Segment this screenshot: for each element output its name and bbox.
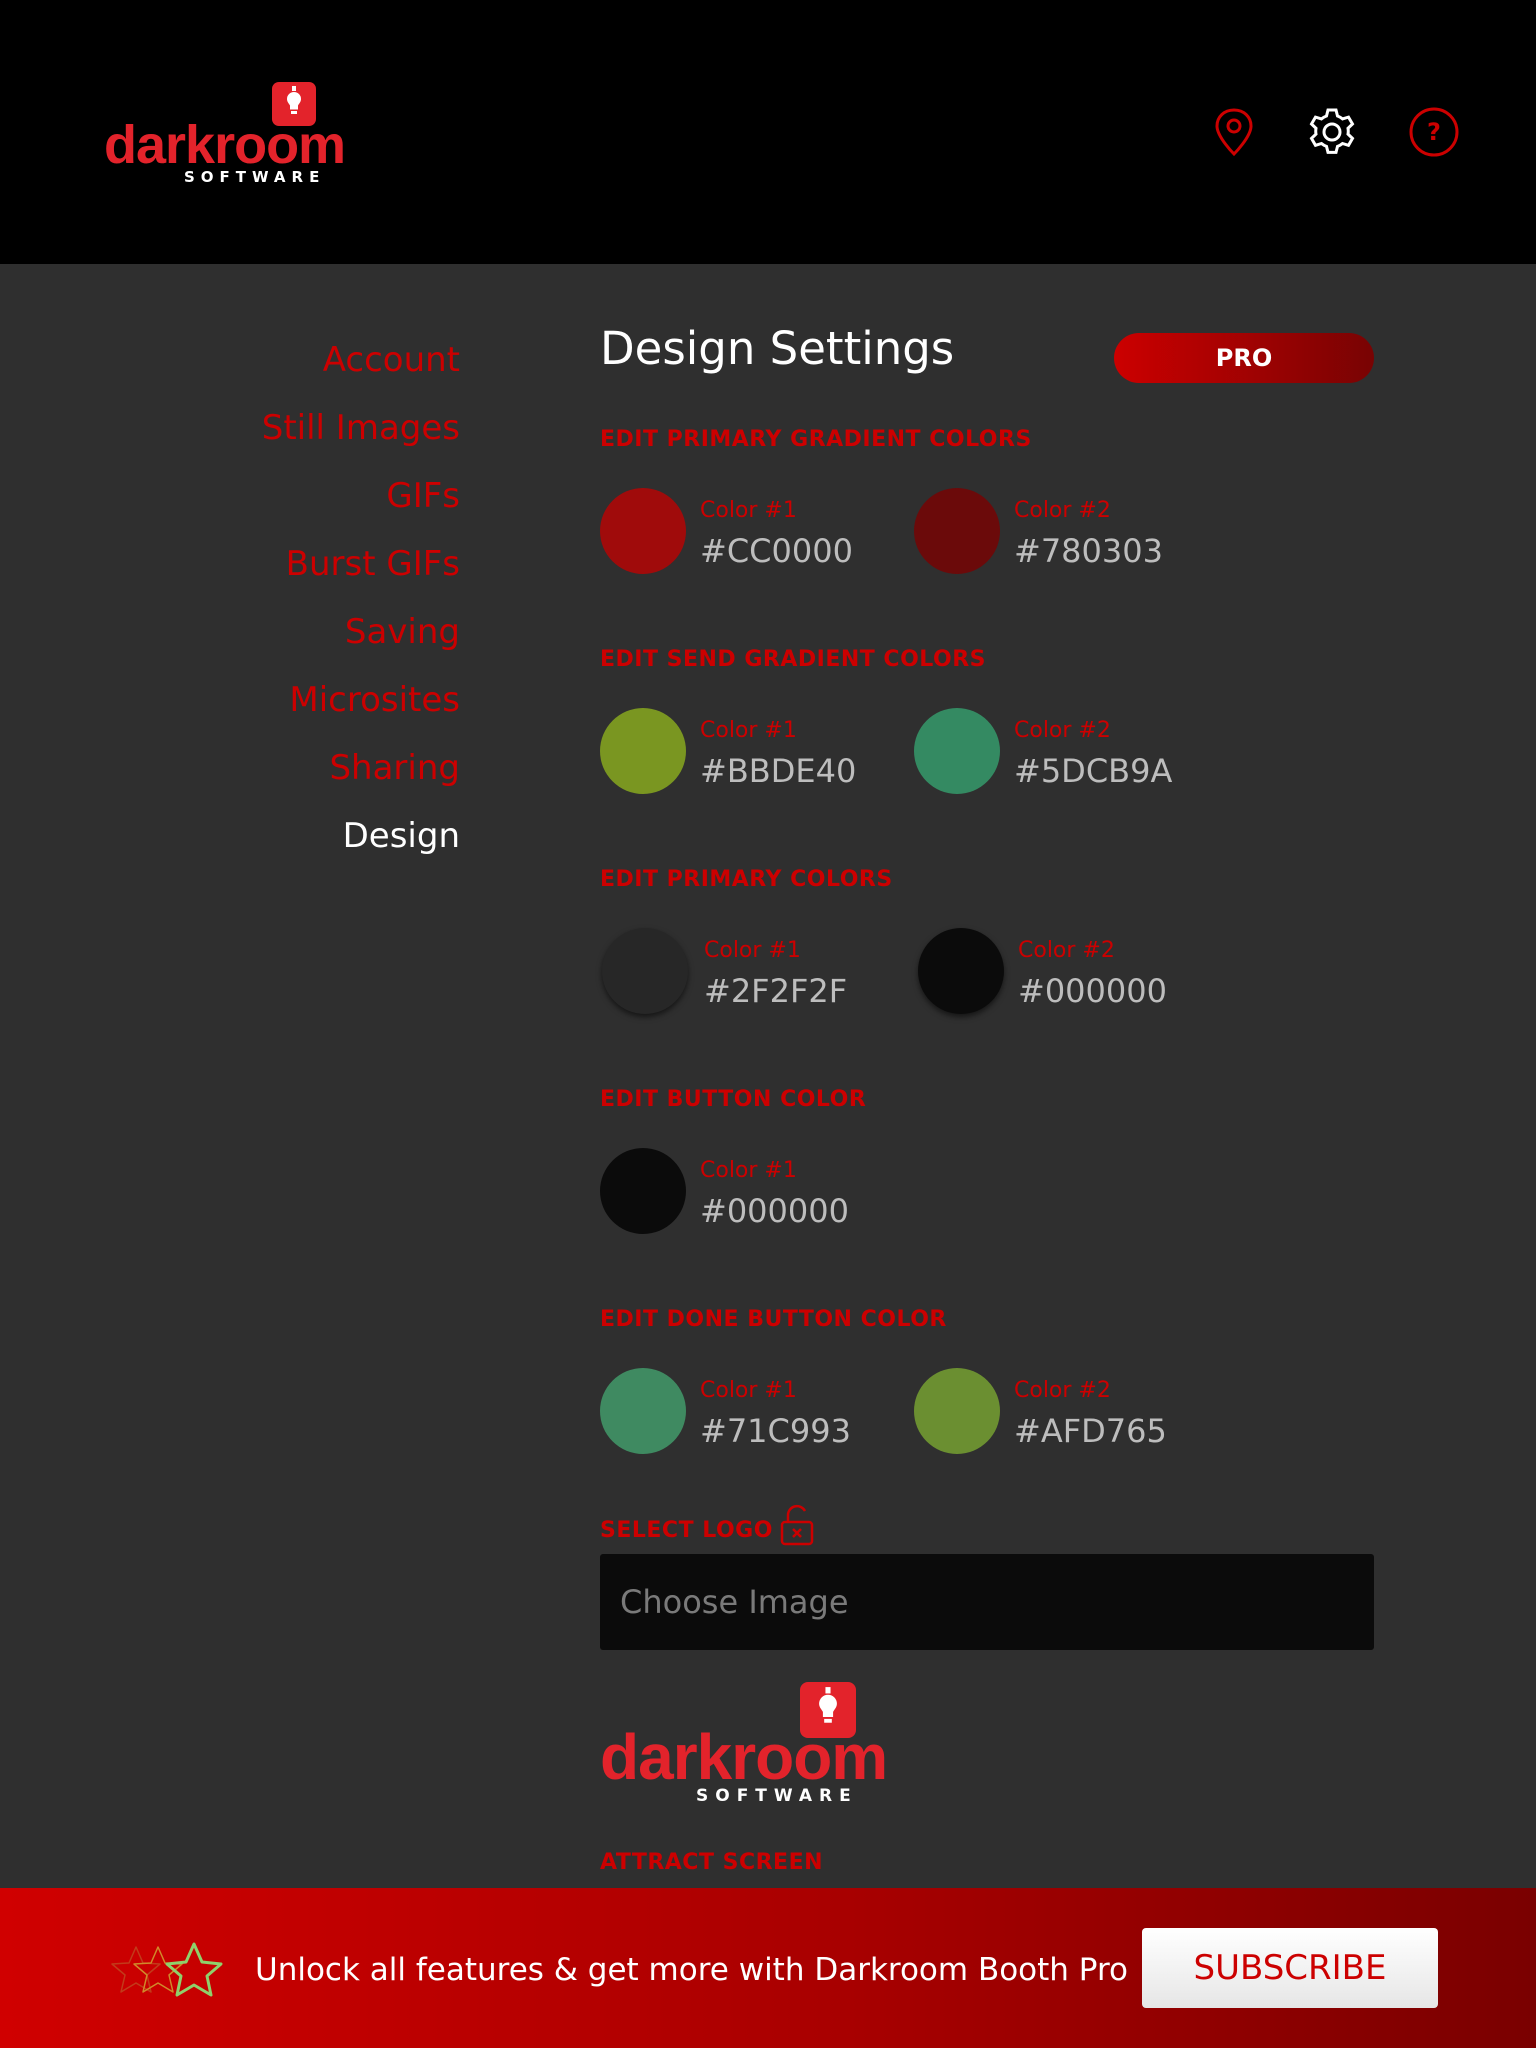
- color-value: #780303: [1014, 532, 1163, 570]
- pro-badge[interactable]: PRO: [1114, 333, 1374, 383]
- color-value: #000000: [1018, 972, 1167, 1010]
- color-swatch[interactable]: [914, 708, 1000, 794]
- color-value: #CC0000: [700, 532, 853, 570]
- gear-icon[interactable]: [1306, 106, 1358, 158]
- color-swatch[interactable]: [918, 928, 1004, 1014]
- color-value: #BBDE40: [700, 752, 857, 790]
- color-value: #5DCB9A: [1014, 752, 1173, 790]
- help-icon[interactable]: ?: [1408, 106, 1460, 158]
- color-label: Color #2: [1014, 718, 1111, 743]
- subscribe-promo-text: Unlock all features & get more with Dark…: [255, 1952, 1128, 1988]
- unlocked-lock-icon: [780, 1504, 814, 1546]
- logo-subtitle: SOFTWARE: [184, 168, 326, 186]
- sidebar-item-still-images[interactable]: Still Images: [262, 408, 460, 448]
- section-label-button-color: EDIT BUTTON COLOR: [600, 1087, 867, 1112]
- section-label-primary-gradient: EDIT PRIMARY GRADIENT COLORS: [600, 427, 1032, 452]
- sidebar-item-saving[interactable]: Saving: [345, 612, 460, 652]
- top-bar: darkroom SOFTWARE ?: [0, 0, 1536, 264]
- section-label-send-gradient: EDIT SEND GRADIENT COLORS: [600, 647, 986, 672]
- section-label-select-logo: SELECT LOGO: [600, 1518, 773, 1543]
- color-value: #71C993: [700, 1412, 851, 1450]
- choose-image-field[interactable]: Choose Image: [600, 1554, 1374, 1650]
- color-swatch[interactable]: [600, 488, 686, 574]
- color-label: Color #1: [700, 718, 797, 743]
- logo-wordmark: darkroom: [600, 1721, 888, 1793]
- color-swatch[interactable]: [914, 1368, 1000, 1454]
- color-label: Color #2: [1014, 1378, 1111, 1403]
- color-label: Color #1: [700, 1378, 797, 1403]
- sidebar-item-burst-gifs[interactable]: Burst GIFs: [286, 544, 460, 584]
- color-label: Color #1: [700, 498, 797, 523]
- color-swatch[interactable]: [600, 1148, 686, 1234]
- color-label: Color #1: [704, 938, 801, 963]
- section-label-done-button-color: EDIT DONE BUTTON COLOR: [600, 1307, 947, 1332]
- sidebar-item-gifs[interactable]: GIFs: [386, 476, 460, 516]
- logo-preview: darkroom SOFTWARE: [600, 1682, 888, 1806]
- logo-wordmark: darkroom: [104, 115, 346, 175]
- color-swatch[interactable]: [914, 488, 1000, 574]
- subscribe-button[interactable]: SUBSCRIBE: [1142, 1928, 1438, 2008]
- color-label: Color #2: [1014, 498, 1111, 523]
- sidebar-item-microsites[interactable]: Microsites: [289, 680, 460, 720]
- section-label-attract-screen: ATTRACT SCREEN: [600, 1850, 824, 1875]
- page-title: Design Settings: [600, 322, 955, 375]
- section-label-primary-colors: EDIT PRIMARY COLORS: [600, 867, 893, 892]
- color-value: #000000: [700, 1192, 849, 1230]
- darkroom-logo: darkroom SOFTWARE: [104, 82, 346, 186]
- color-value: #2F2F2F: [704, 972, 848, 1010]
- svg-text:?: ?: [1427, 118, 1441, 146]
- color-swatch[interactable]: [600, 708, 686, 794]
- color-label: Color #2: [1018, 938, 1115, 963]
- location-pin-icon[interactable]: [1208, 106, 1260, 158]
- color-value: #AFD765: [1014, 1412, 1167, 1450]
- stars-icon: [106, 1941, 230, 2005]
- sidebar-item-sharing[interactable]: Sharing: [329, 748, 460, 788]
- sidebar-item-design[interactable]: Design: [343, 816, 460, 856]
- logo-subtitle: SOFTWARE: [696, 1786, 858, 1806]
- color-swatch[interactable]: [600, 1368, 686, 1454]
- color-swatch[interactable]: [602, 928, 688, 1014]
- sidebar-item-account[interactable]: Account: [323, 340, 460, 380]
- color-label: Color #1: [700, 1158, 797, 1183]
